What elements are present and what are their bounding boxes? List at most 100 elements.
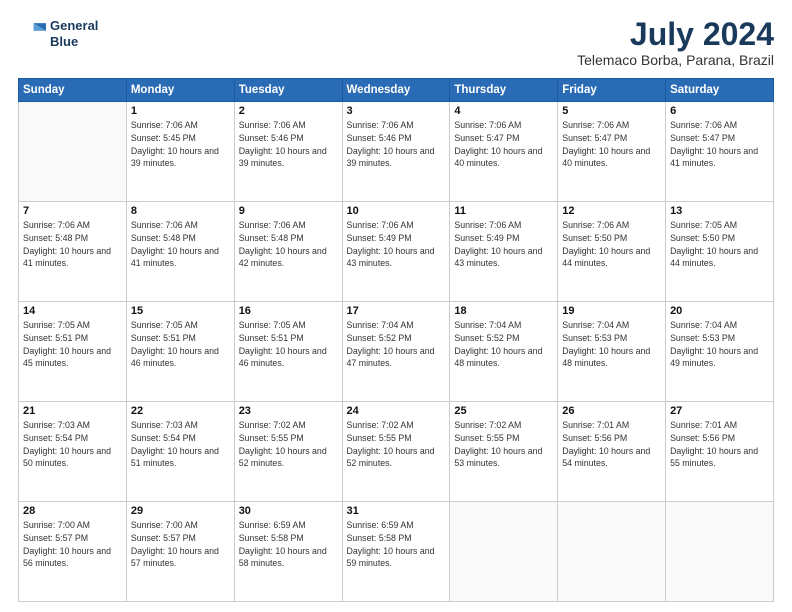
day-number: 23 xyxy=(239,405,338,417)
calendar-cell: 15 Sunrise: 7:05 AMSunset: 5:51 PMDayligh… xyxy=(126,302,234,402)
day-number: 14 xyxy=(23,305,122,317)
calendar-cell: 14 Sunrise: 7:05 AMSunset: 5:51 PMDayligh… xyxy=(19,302,127,402)
day-header-friday: Friday xyxy=(558,79,666,102)
main-title: July 2024 xyxy=(577,18,774,50)
day-number: 28 xyxy=(23,505,122,517)
day-info: Sunrise: 7:01 AMSunset: 5:56 PMDaylight:… xyxy=(670,419,769,470)
day-info: Sunrise: 7:03 AMSunset: 5:54 PMDaylight:… xyxy=(131,419,230,470)
day-info: Sunrise: 7:02 AMSunset: 5:55 PMDaylight:… xyxy=(239,419,338,470)
day-info: Sunrise: 7:06 AMSunset: 5:49 PMDaylight:… xyxy=(347,219,446,270)
calendar-cell: 7Sunrise: 7:06 AMSunset: 5:48 PMDaylight… xyxy=(19,202,127,302)
day-info: Sunrise: 7:04 AMSunset: 5:53 PMDaylight:… xyxy=(562,319,661,370)
page: General Blue July 2024 Telemaco Borba, P… xyxy=(0,0,792,612)
day-info: Sunrise: 7:03 AMSunset: 5:54 PMDaylight:… xyxy=(23,419,122,470)
calendar-cell: 27 Sunrise: 7:01 AMSunset: 5:56 PMDayligh… xyxy=(666,402,774,502)
calendar-cell: 21 Sunrise: 7:03 AMSunset: 5:54 PMDayligh… xyxy=(19,402,127,502)
day-number: 30 xyxy=(239,505,338,517)
day-info: Sunrise: 7:06 AMSunset: 5:47 PMDaylight:… xyxy=(670,119,769,170)
day-number: 31 xyxy=(347,505,446,517)
calendar-week-1: 7Sunrise: 7:06 AMSunset: 5:48 PMDaylight… xyxy=(19,202,774,302)
day-info: Sunrise: 7:05 AMSunset: 5:50 PMDaylight:… xyxy=(670,219,769,270)
day-number: 19 xyxy=(562,305,661,317)
calendar-cell: 10 Sunrise: 7:06 AMSunset: 5:49 PMDayligh… xyxy=(342,202,450,302)
day-info: Sunrise: 7:05 AMSunset: 5:51 PMDaylight:… xyxy=(131,319,230,370)
calendar-cell: 6Sunrise: 7:06 AMSunset: 5:47 PMDaylight… xyxy=(666,102,774,202)
day-number: 26 xyxy=(562,405,661,417)
calendar-cell: 1 Sunrise: 7:06 AMSunset: 5:45 PMDaylight… xyxy=(126,102,234,202)
calendar-cell: 29 Sunrise: 7:00 AMSunset: 5:57 PMDayligh… xyxy=(126,502,234,602)
day-number: 8 xyxy=(131,205,230,217)
day-info: Sunrise: 7:06 AMSunset: 5:45 PMDaylight:… xyxy=(131,119,230,170)
day-number: 4 xyxy=(454,105,553,117)
calendar-cell: 12 Sunrise: 7:06 AMSunset: 5:50 PMDayligh… xyxy=(558,202,666,302)
calendar-cell: 30 Sunrise: 6:59 AMSunset: 5:58 PMDayligh… xyxy=(234,502,342,602)
day-number: 27 xyxy=(670,405,769,417)
day-info: Sunrise: 7:06 AMSunset: 5:49 PMDaylight:… xyxy=(454,219,553,270)
day-header-sunday: Sunday xyxy=(19,79,127,102)
day-header-thursday: Thursday xyxy=(450,79,558,102)
calendar-cell: 13Sunrise: 7:05 AMSunset: 5:50 PMDayligh… xyxy=(666,202,774,302)
day-number: 1 xyxy=(131,105,230,117)
calendar-cell: 23 Sunrise: 7:02 AMSunset: 5:55 PMDayligh… xyxy=(234,402,342,502)
day-number: 20 xyxy=(670,305,769,317)
calendar-cell: 11 Sunrise: 7:06 AMSunset: 5:49 PMDayligh… xyxy=(450,202,558,302)
day-info: Sunrise: 6:59 AMSunset: 5:58 PMDaylight:… xyxy=(239,519,338,570)
day-info: Sunrise: 7:04 AMSunset: 5:52 PMDaylight:… xyxy=(347,319,446,370)
day-info: Sunrise: 7:06 AMSunset: 5:48 PMDaylight:… xyxy=(23,219,122,270)
calendar-cell xyxy=(558,502,666,602)
calendar-cell: 25Sunrise: 7:02 AMSunset: 5:55 PMDayligh… xyxy=(450,402,558,502)
day-info: Sunrise: 7:00 AMSunset: 5:57 PMDaylight:… xyxy=(23,519,122,570)
day-info: Sunrise: 7:06 AMSunset: 5:46 PMDaylight:… xyxy=(347,119,446,170)
day-header-wednesday: Wednesday xyxy=(342,79,450,102)
day-number: 17 xyxy=(347,305,446,317)
day-header-tuesday: Tuesday xyxy=(234,79,342,102)
header: General Blue July 2024 Telemaco Borba, P… xyxy=(18,18,774,68)
calendar-cell: 17 Sunrise: 7:04 AMSunset: 5:52 PMDayligh… xyxy=(342,302,450,402)
calendar-cell: 26 Sunrise: 7:01 AMSunset: 5:56 PMDayligh… xyxy=(558,402,666,502)
calendar-cell: 19 Sunrise: 7:04 AMSunset: 5:53 PMDayligh… xyxy=(558,302,666,402)
calendar-week-4: 28 Sunrise: 7:00 AMSunset: 5:57 PMDayligh… xyxy=(19,502,774,602)
calendar-cell: 9Sunrise: 7:06 AMSunset: 5:48 PMDaylight… xyxy=(234,202,342,302)
day-number: 18 xyxy=(454,305,553,317)
calendar-cell xyxy=(666,502,774,602)
logo-icon xyxy=(18,20,46,48)
day-number: 21 xyxy=(23,405,122,417)
subtitle: Telemaco Borba, Parana, Brazil xyxy=(577,52,774,68)
day-number: 24 xyxy=(347,405,446,417)
calendar-week-2: 14 Sunrise: 7:05 AMSunset: 5:51 PMDayligh… xyxy=(19,302,774,402)
calendar-header-row: SundayMondayTuesdayWednesdayThursdayFrid… xyxy=(19,79,774,102)
calendar-cell: 5Sunrise: 7:06 AMSunset: 5:47 PMDaylight… xyxy=(558,102,666,202)
day-info: Sunrise: 7:00 AMSunset: 5:57 PMDaylight:… xyxy=(131,519,230,570)
day-number: 15 xyxy=(131,305,230,317)
day-header-saturday: Saturday xyxy=(666,79,774,102)
calendar-table: SundayMondayTuesdayWednesdayThursdayFrid… xyxy=(18,78,774,602)
day-number: 12 xyxy=(562,205,661,217)
calendar-cell: 31 Sunrise: 6:59 AMSunset: 5:58 PMDayligh… xyxy=(342,502,450,602)
day-info: Sunrise: 7:02 AMSunset: 5:55 PMDaylight:… xyxy=(347,419,446,470)
calendar-cell: 2Sunrise: 7:06 AMSunset: 5:46 PMDaylight… xyxy=(234,102,342,202)
day-number: 29 xyxy=(131,505,230,517)
logo: General Blue xyxy=(18,18,98,49)
day-info: Sunrise: 7:04 AMSunset: 5:52 PMDaylight:… xyxy=(454,319,553,370)
day-number: 2 xyxy=(239,105,338,117)
day-info: Sunrise: 7:06 AMSunset: 5:50 PMDaylight:… xyxy=(562,219,661,270)
calendar-cell: 18 Sunrise: 7:04 AMSunset: 5:52 PMDayligh… xyxy=(450,302,558,402)
day-info: Sunrise: 6:59 AMSunset: 5:58 PMDaylight:… xyxy=(347,519,446,570)
calendar-cell: 20 Sunrise: 7:04 AMSunset: 5:53 PMDayligh… xyxy=(666,302,774,402)
day-number: 25 xyxy=(454,405,553,417)
day-info: Sunrise: 7:06 AMSunset: 5:47 PMDaylight:… xyxy=(454,119,553,170)
day-info: Sunrise: 7:01 AMSunset: 5:56 PMDaylight:… xyxy=(562,419,661,470)
calendar-cell: 8 Sunrise: 7:06 AMSunset: 5:48 PMDaylight… xyxy=(126,202,234,302)
day-info: Sunrise: 7:04 AMSunset: 5:53 PMDaylight:… xyxy=(670,319,769,370)
calendar-cell: 4 Sunrise: 7:06 AMSunset: 5:47 PMDaylight… xyxy=(450,102,558,202)
day-info: Sunrise: 7:06 AMSunset: 5:47 PMDaylight:… xyxy=(562,119,661,170)
calendar-cell: 16Sunrise: 7:05 AMSunset: 5:51 PMDayligh… xyxy=(234,302,342,402)
day-info: Sunrise: 7:05 AMSunset: 5:51 PMDaylight:… xyxy=(23,319,122,370)
day-info: Sunrise: 7:06 AMSunset: 5:48 PMDaylight:… xyxy=(131,219,230,270)
day-number: 11 xyxy=(454,205,553,217)
day-number: 10 xyxy=(347,205,446,217)
day-number: 9 xyxy=(239,205,338,217)
day-header-monday: Monday xyxy=(126,79,234,102)
calendar-cell xyxy=(450,502,558,602)
calendar-week-3: 21 Sunrise: 7:03 AMSunset: 5:54 PMDayligh… xyxy=(19,402,774,502)
